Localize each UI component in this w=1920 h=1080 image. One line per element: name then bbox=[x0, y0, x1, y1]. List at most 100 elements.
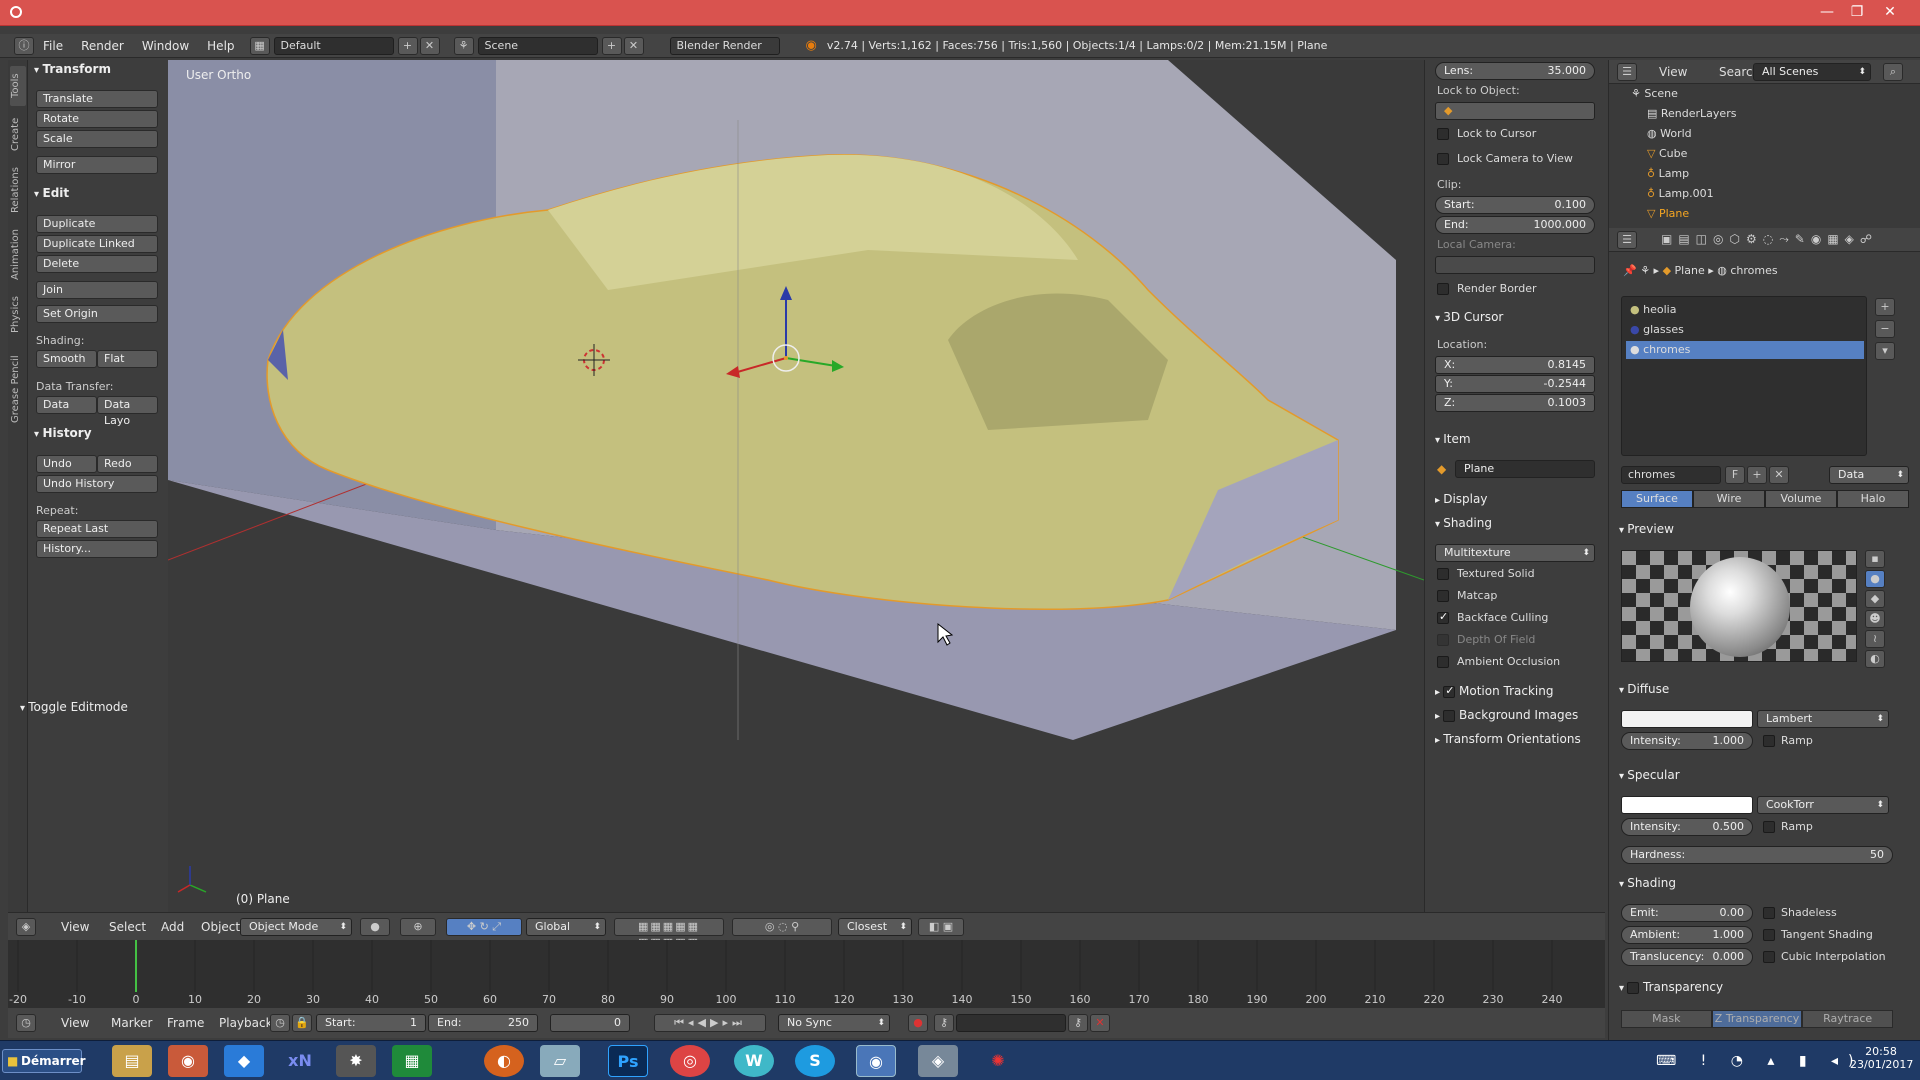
add-layout-icon[interactable]: + bbox=[397, 36, 418, 55]
edit-panel-header[interactable]: Edit bbox=[34, 186, 70, 200]
notes-app-icon[interactable]: ▱ bbox=[540, 1045, 580, 1077]
delete-keyframe-icon[interactable]: ✕ bbox=[1090, 1014, 1110, 1032]
duplicate-button[interactable]: Duplicate bbox=[36, 215, 158, 233]
timeline-view-menu[interactable]: View bbox=[52, 1016, 98, 1030]
clip-start-field[interactable]: Start: 0.100 bbox=[1435, 196, 1595, 214]
remove-scene-icon[interactable]: ✕ bbox=[623, 36, 644, 55]
outliner-row-lamp001[interactable]: ♁ Lamp.001 bbox=[1609, 184, 1920, 204]
history-button[interactable]: History... bbox=[36, 540, 158, 558]
preview-range-icon[interactable]: ◷ bbox=[270, 1014, 290, 1032]
backface-culling-checkbox[interactable] bbox=[1437, 610, 1449, 624]
insert-keyframe-icon[interactable]: ⚷ bbox=[1068, 1014, 1088, 1032]
undo-button[interactable]: Undo bbox=[36, 455, 97, 473]
specular-ramp-checkbox[interactable] bbox=[1763, 821, 1775, 833]
slot-glasses[interactable]: ● glasses bbox=[1630, 323, 1684, 336]
spreadsheet-icon[interactable]: ▦ bbox=[392, 1045, 432, 1077]
hardness-field[interactable]: Hardness: 50 bbox=[1621, 846, 1893, 864]
toggle-editmode-header[interactable]: Toggle Editmode bbox=[20, 700, 128, 714]
set-origin-dropdown[interactable]: Set Origin bbox=[36, 305, 158, 323]
app-fox-icon[interactable]: ◉ bbox=[168, 1045, 208, 1077]
timeline-marker-menu[interactable]: Marker bbox=[102, 1016, 161, 1030]
lock-object-field[interactable]: ◆ bbox=[1435, 102, 1595, 120]
textured-solid-checkbox[interactable] bbox=[1437, 568, 1449, 580]
viewport-add-menu[interactable]: Add bbox=[152, 920, 193, 934]
scene-field[interactable]: Scene bbox=[477, 36, 598, 55]
tab-physics[interactable]: Physics bbox=[10, 290, 26, 340]
shading-panel-header[interactable]: Shading bbox=[1435, 516, 1492, 530]
preview-sky-icon[interactable]: ◐ bbox=[1865, 650, 1885, 668]
timeline-editor-icon[interactable]: ◷ bbox=[16, 1014, 36, 1032]
info-editor-icon[interactable]: ⓘ bbox=[14, 36, 34, 55]
scale-button[interactable]: Scale bbox=[36, 130, 158, 148]
timeline[interactable]: -20 -10 0 10 20 30 40 50 60 70 80 90 100 110 120 130 140… bbox=[8, 940, 1605, 1008]
properties-editor-icon[interactable]: ☰ bbox=[1617, 231, 1637, 249]
material-shading-panel-header[interactable]: Shading bbox=[1619, 876, 1676, 890]
menu-help[interactable]: Help bbox=[198, 39, 243, 53]
breadcrumb-object[interactable]: Plane bbox=[1675, 264, 1705, 277]
minimize-button[interactable]: — bbox=[1812, 0, 1842, 26]
tab-surface[interactable]: Surface bbox=[1621, 490, 1693, 508]
fake-user-button[interactable]: F bbox=[1725, 466, 1745, 484]
outliner-editor-icon[interactable]: ☰ bbox=[1617, 63, 1637, 81]
item-panel-header[interactable]: Item bbox=[1435, 432, 1470, 446]
scene-icon[interactable]: ⚘ bbox=[453, 36, 474, 55]
viewport-view-menu[interactable]: View bbox=[52, 920, 98, 934]
redo-button[interactable]: Redo bbox=[97, 455, 158, 473]
motion-tracking-header[interactable]: Motion Tracking bbox=[1435, 684, 1553, 698]
tab-halo[interactable]: Halo bbox=[1837, 490, 1909, 508]
transparency-checkbox[interactable] bbox=[1627, 981, 1640, 994]
motion-tracking-checkbox[interactable] bbox=[1443, 684, 1456, 698]
outliner-row-lamp[interactable]: ♁ Lamp bbox=[1609, 164, 1920, 184]
tab-z-transparency[interactable]: Z Transparency bbox=[1711, 1010, 1803, 1028]
3d-cursor-panel-header[interactable]: 3D Cursor bbox=[1435, 310, 1503, 324]
outliner-search-icon[interactable]: ⌕ bbox=[1883, 63, 1903, 81]
remove-slot-icon[interactable]: − bbox=[1875, 320, 1895, 338]
specular-shader-dropdown[interactable]: CookTorr bbox=[1757, 796, 1889, 814]
photoshop-icon[interactable]: Ps bbox=[608, 1045, 648, 1077]
specular-intensity-field[interactable]: Intensity: 0.500 bbox=[1621, 818, 1753, 836]
join-button[interactable]: Join bbox=[36, 281, 158, 299]
unlink-material-icon[interactable]: ✕ bbox=[1769, 466, 1789, 484]
cursor-z-field[interactable]: Z: 0.1003 bbox=[1435, 394, 1595, 412]
translucency-field[interactable]: Translucency: 0.000 bbox=[1621, 948, 1753, 966]
sync-mode-dropdown[interactable]: No Sync bbox=[778, 1014, 890, 1032]
outliner-row-renderlayers[interactable]: ▤ RenderLayers bbox=[1609, 104, 1920, 124]
tab-raytrace[interactable]: Raytrace bbox=[1802, 1010, 1894, 1028]
dropbox-icon[interactable]: ◆ bbox=[224, 1045, 264, 1077]
transparency-panel-header[interactable]: Transparency bbox=[1619, 980, 1723, 994]
tab-wire[interactable]: Wire bbox=[1693, 490, 1765, 508]
skype-icon[interactable]: S bbox=[795, 1045, 835, 1077]
menu-render[interactable]: Render bbox=[72, 39, 133, 53]
clock[interactable]: 20:58 23/01/2017 bbox=[1850, 1045, 1913, 1071]
cursor-y-field[interactable]: Y: -0.2544 bbox=[1435, 375, 1595, 393]
data-layout-button[interactable]: Data Layo bbox=[97, 396, 158, 427]
tangent-shading-checkbox[interactable] bbox=[1763, 929, 1775, 941]
viewport-editor-icon[interactable]: ◈ bbox=[16, 918, 36, 936]
lock-to-cursor-checkbox[interactable] bbox=[1437, 128, 1449, 140]
link-data-dropdown[interactable]: Data bbox=[1829, 466, 1909, 484]
maximize-button[interactable]: ❐ bbox=[1842, 0, 1872, 26]
writer-app-icon[interactable]: W bbox=[734, 1045, 774, 1077]
material-slots-list[interactable]: ● heolia ● glasses ● chromes bbox=[1621, 296, 1867, 456]
layer-buttons[interactable]: ▦▦▦▦▦ ▦▦▦▦▦ bbox=[614, 918, 724, 949]
diffuse-intensity-field[interactable]: Intensity: 1.000 bbox=[1621, 732, 1753, 750]
specular-panel-header[interactable]: Specular bbox=[1619, 768, 1679, 782]
firefox-icon[interactable]: ◐ bbox=[484, 1045, 524, 1077]
history-panel-header[interactable]: History bbox=[34, 426, 92, 440]
proportional-editing-icons[interactable]: ◎ ◌ ⚲ bbox=[732, 918, 832, 936]
slot-specials-icon[interactable]: ▾ bbox=[1875, 342, 1895, 360]
matcap-checkbox[interactable] bbox=[1437, 590, 1449, 602]
data-button[interactable]: Data bbox=[36, 396, 97, 414]
add-scene-icon[interactable]: + bbox=[601, 36, 622, 55]
app-splash-icon[interactable]: ✺ bbox=[978, 1045, 1018, 1077]
timeline-frame-menu[interactable]: Frame bbox=[158, 1016, 213, 1030]
outliner-row-world[interactable]: ◍ World bbox=[1609, 124, 1920, 144]
tab-create[interactable]: Create bbox=[10, 112, 26, 156]
render-border-checkbox[interactable] bbox=[1437, 283, 1449, 295]
pivot-point-icon[interactable]: ⊕ bbox=[400, 918, 436, 936]
system-tray-icons[interactable]: ⌨ ! ◔ ▴ ▮ ◂) bbox=[1656, 1053, 1864, 1069]
menu-file[interactable]: File bbox=[34, 39, 72, 53]
preview-hair-icon[interactable]: ≀ bbox=[1865, 630, 1885, 648]
outliner-view-menu[interactable]: View bbox=[1659, 65, 1687, 79]
shadeless-checkbox[interactable] bbox=[1763, 907, 1775, 919]
